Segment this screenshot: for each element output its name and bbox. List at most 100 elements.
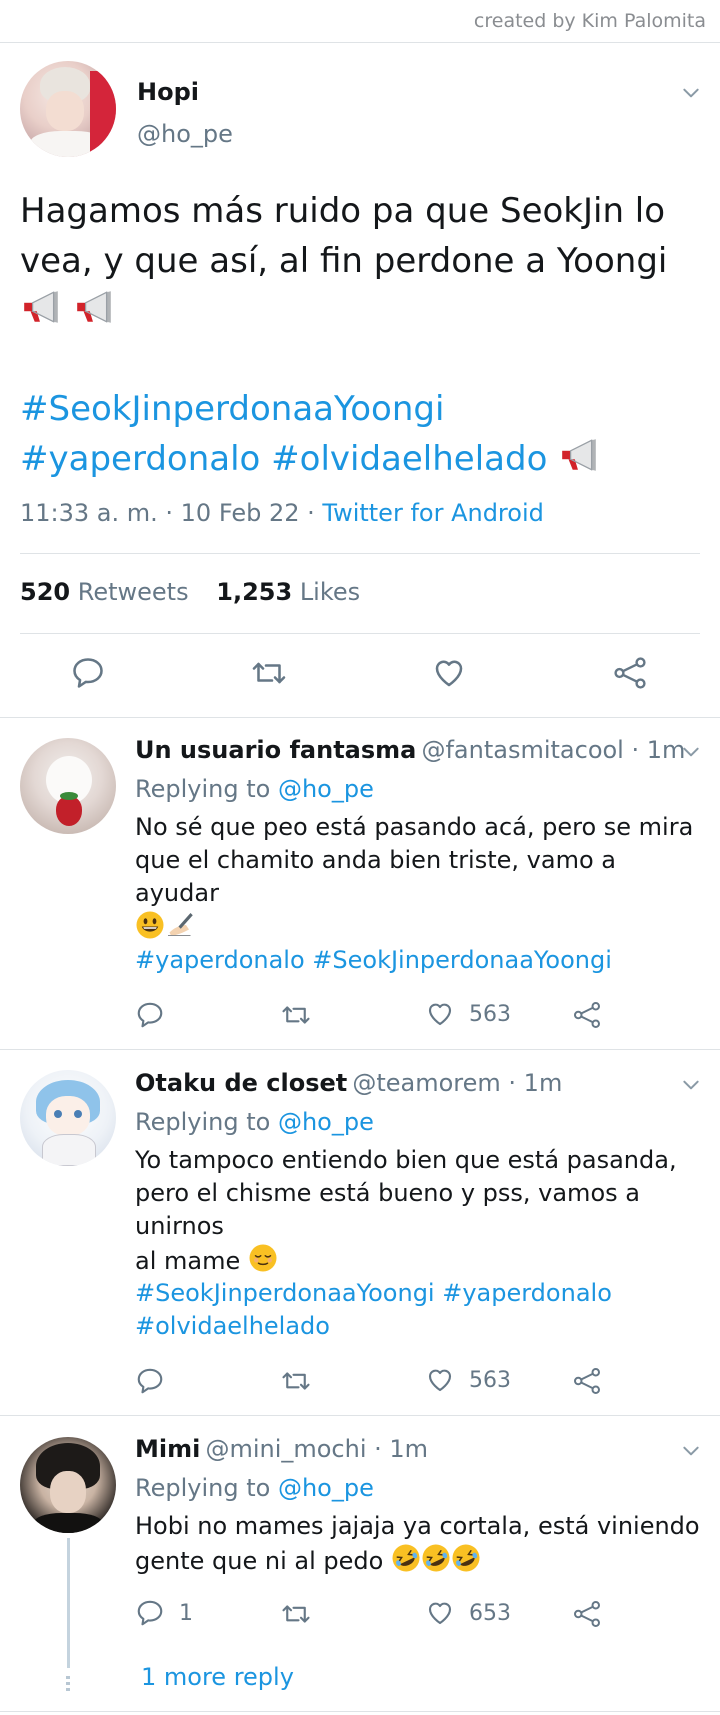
tweet-text: Hagamos más ruido pa que SeokJin lo vea,… (20, 186, 710, 336)
share-icon[interactable] (572, 1000, 602, 1030)
display-name[interactable]: Hopi (137, 78, 199, 106)
heart-icon (425, 1598, 455, 1628)
share-icon[interactable] (572, 1366, 602, 1396)
replying-label: Replying to (135, 1474, 278, 1502)
reply-count: 1 (179, 1600, 193, 1626)
reply-text-line3-text: al mame (135, 1247, 241, 1275)
likes-count: 1,253 (216, 578, 293, 606)
reply-action[interactable]: 1 (135, 1598, 193, 1628)
replying-handle-link[interactable]: @ho_pe (278, 775, 374, 803)
source-link[interactable]: Twitter for Android (322, 499, 543, 527)
reply-text-line2: gente que ni al pedo (135, 1547, 384, 1575)
reply-text: Yo tampoco entiendo bien que está pasand… (135, 1144, 710, 1278)
reply-text-line1: Yo tampoco entiendo bien que está pasand… (135, 1146, 677, 1174)
handle-time[interactable]: @mini_mochi · 1m (205, 1435, 428, 1463)
replying-to: Replying to @ho_pe (135, 1108, 374, 1136)
likes-stat[interactable]: 1,253 Likes (216, 578, 360, 606)
chevron-down-icon[interactable] (681, 83, 701, 103)
megaphone-emoji (20, 286, 62, 328)
credit-text: created by Kim Palomita (473, 10, 706, 32)
rolling-laughing-emoji (451, 1543, 481, 1573)
reply-divider (0, 1049, 720, 1050)
retweet-icon[interactable] (250, 655, 288, 691)
hashtag-link[interactable]: #yaperdonalo (20, 439, 260, 479)
hashtag-link[interactable]: #olvidaelhelado (271, 439, 547, 479)
chevron-down-icon[interactable] (681, 1441, 701, 1461)
reply-bubble-icon[interactable] (135, 1366, 165, 1396)
reply-header: Mimi @mini_mochi · 1m (135, 1435, 428, 1463)
like-action[interactable]: 563 (425, 1365, 511, 1395)
retweets-label: Retweets (77, 578, 189, 606)
reply-text: Hobi no mames jajaja ya cortala, está vi… (135, 1510, 705, 1578)
rolling-laughing-emoji (421, 1543, 451, 1573)
main-tweet-divider (0, 717, 720, 718)
reply-text-line2: pero el chisme está bueno y pss, vamos a… (135, 1179, 640, 1240)
reply-hashtags: #yaperdonalo #SeokJinperdonaaYoongi (135, 944, 612, 977)
more-replies-link[interactable]: 1 more reply (141, 1663, 294, 1691)
replying-label: Replying to (135, 1108, 278, 1136)
hashtag-link[interactable]: #SeokJinperdonaaYoongi #yaperdonalo (135, 1279, 612, 1307)
likes-label: Likes (299, 578, 361, 606)
hashtag-link[interactable]: #yaperdonalo #SeokJinperdonaaYoongi (135, 946, 612, 974)
replying-handle-link[interactable]: @ho_pe (278, 1474, 374, 1502)
retweets-stat[interactable]: 520 Retweets (20, 578, 196, 606)
stats-divider-bottom (20, 633, 700, 634)
stats-divider-top (20, 553, 700, 554)
bottom-divider (0, 1711, 720, 1712)
reply-header: Un usuario fantasma @fantasmitacool · 1m (135, 736, 685, 764)
like-action[interactable]: 563 (425, 999, 511, 1029)
megaphone-emojis (20, 286, 710, 336)
chevron-down-icon[interactable] (681, 1075, 701, 1095)
time-text: 11:33 a. m. · 10 Feb 22 · (20, 499, 323, 527)
reply-text-line1: No sé que peo está pasando acá, pero se … (135, 813, 694, 841)
replying-to: Replying to @ho_pe (135, 1474, 374, 1502)
hashtag-link[interactable]: #SeokJinperdonaaYoongi (20, 389, 444, 429)
reply-text: No sé que peo está pasando acá, pero se … (135, 811, 705, 943)
display-name[interactable]: Otaku de closet (135, 1069, 347, 1097)
handle-time[interactable]: @teamorem · 1m (352, 1069, 562, 1097)
tweet-text-line1: Hagamos más ruido pa que SeokJin lo (20, 191, 666, 231)
tweet-stats: 520 Retweets 1,253 Likes (20, 578, 360, 606)
reply-text-line1: Hobi no mames jajaja ya cortala, está vi… (135, 1512, 700, 1540)
avatar[interactable] (20, 1070, 116, 1166)
relieved-face-emoji (248, 1243, 278, 1273)
reply-divider (0, 1415, 720, 1416)
like-count: 563 (469, 1367, 511, 1393)
display-name[interactable]: Mimi (135, 1435, 200, 1463)
avatar[interactable] (20, 61, 116, 157)
handle-time[interactable]: @fantasmitacool · 1m (421, 736, 685, 764)
retweet-icon[interactable] (280, 1000, 312, 1030)
like-count: 563 (469, 1001, 511, 1027)
reply-text-line3: al mame (135, 1243, 710, 1278)
hashtag-link[interactable]: #olvidaelhelado (135, 1312, 330, 1340)
tweet-text-line2: vea, y que así, al fin perdone a Yoongi (20, 241, 668, 281)
megaphone-emoji (73, 286, 115, 328)
retweets-count: 520 (20, 578, 71, 606)
display-name[interactable]: Un usuario fantasma (135, 736, 416, 764)
retweet-icon[interactable] (280, 1366, 312, 1396)
share-icon[interactable] (572, 1599, 602, 1629)
retweet-icon[interactable] (280, 1599, 312, 1629)
writing-hand-emoji (165, 910, 195, 940)
heart-icon (425, 999, 455, 1029)
share-icon[interactable] (612, 655, 648, 691)
reply-emojis (135, 910, 705, 943)
avatar[interactable] (20, 738, 116, 834)
replying-to: Replying to @ho_pe (135, 775, 374, 803)
avatar[interactable] (20, 1437, 116, 1533)
reply-bubble-icon (135, 1598, 165, 1628)
like-count: 653 (469, 1600, 511, 1626)
chevron-down-icon[interactable] (681, 742, 701, 762)
heart-icon (425, 1365, 455, 1395)
like-action[interactable]: 653 (425, 1598, 511, 1628)
megaphone-emoji (558, 434, 600, 476)
replying-handle-link[interactable]: @ho_pe (278, 1108, 374, 1136)
reply-bubble-icon[interactable] (70, 655, 106, 691)
grinning-face-emoji (135, 910, 165, 940)
thread-dots (66, 1676, 70, 1692)
heart-icon[interactable] (431, 655, 467, 691)
reply-text-line2-wrap: gente que ni al pedo (135, 1543, 705, 1578)
handle[interactable]: @ho_pe (137, 120, 233, 148)
reply-bubble-icon[interactable] (135, 1000, 165, 1030)
reply-text-line2: que el chamito anda bien triste, vamo a … (135, 846, 616, 907)
